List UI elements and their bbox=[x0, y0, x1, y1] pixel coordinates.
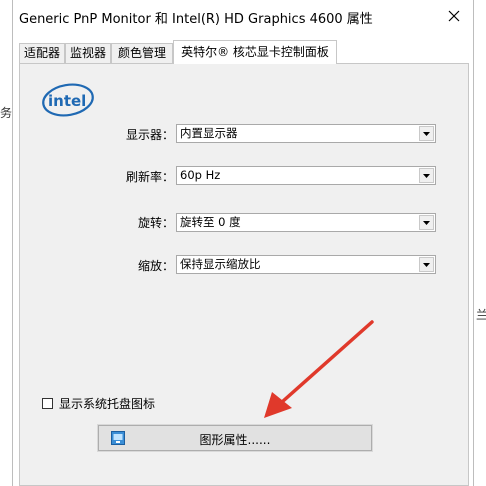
refresh-rate-label: 刷新率： bbox=[126, 170, 175, 184]
chevron-down-icon bbox=[423, 131, 430, 136]
tab-monitor[interactable]: 监视器 bbox=[65, 43, 111, 63]
display-value: 内置显示器 bbox=[180, 126, 238, 140]
rotation-select[interactable]: 旋转至 0 度 bbox=[176, 213, 436, 232]
intel-panel: intel 显示器： 内置显示器 刷新率： 60p Hz 旋转： 旋转至 0 度… bbox=[19, 63, 469, 486]
tray-icon-label: 显示系统托盘图标 bbox=[59, 397, 156, 411]
background-text: 务 bbox=[0, 106, 13, 120]
title-bar: Generic PnP Monitor 和 Intel(R) HD Graphi… bbox=[13, 0, 473, 32]
refresh-rate-value: 60p Hz bbox=[180, 168, 221, 182]
scaling-value: 保持显示缩放比 bbox=[180, 257, 261, 271]
intel-logo: intel bbox=[42, 83, 94, 117]
display-label: 显示器： bbox=[126, 128, 175, 142]
graphics-properties-label: 图形属性...... bbox=[199, 433, 271, 447]
tab-adapter[interactable]: 适配器 bbox=[19, 43, 65, 63]
scaling-label: 缩放： bbox=[138, 259, 175, 273]
chevron-down-icon bbox=[423, 220, 430, 225]
tab-color-management[interactable]: 颜色管理 bbox=[111, 43, 173, 63]
tray-icon-checkbox[interactable] bbox=[42, 398, 53, 409]
rotation-label: 旋转： bbox=[138, 216, 175, 230]
refresh-rate-select[interactable]: 60p Hz bbox=[176, 166, 436, 185]
tab-intel-control-panel[interactable]: 英特尔® 核芯显卡控制面板 bbox=[173, 40, 337, 64]
tab-strip: 适配器 监视器 颜色管理 英特尔® 核芯显卡控制面板 bbox=[19, 40, 469, 64]
chevron-down-icon bbox=[423, 173, 430, 178]
close-button[interactable] bbox=[439, 2, 469, 30]
window-title: Generic PnP Monitor 和 Intel(R) HD Graphi… bbox=[19, 12, 373, 27]
display-select[interactable]: 内置显示器 bbox=[176, 124, 436, 143]
close-icon bbox=[448, 10, 460, 22]
properties-dialog: Generic PnP Monitor 和 Intel(R) HD Graphi… bbox=[12, 0, 474, 486]
intel-logo-text: intel bbox=[48, 92, 86, 110]
background-text-right: 兰 bbox=[476, 308, 486, 322]
dropdown-arrow[interactable] bbox=[419, 168, 434, 183]
dropdown-arrow[interactable] bbox=[419, 126, 434, 141]
tray-icon-option[interactable]: 显示系统托盘图标 bbox=[42, 395, 155, 412]
scaling-select[interactable]: 保持显示缩放比 bbox=[176, 255, 436, 274]
rotation-value: 旋转至 0 度 bbox=[180, 215, 241, 229]
dropdown-arrow[interactable] bbox=[419, 215, 434, 230]
graphics-properties-button[interactable]: 图形属性...... bbox=[97, 424, 373, 452]
dropdown-arrow[interactable] bbox=[419, 257, 434, 272]
chevron-down-icon bbox=[423, 262, 430, 267]
